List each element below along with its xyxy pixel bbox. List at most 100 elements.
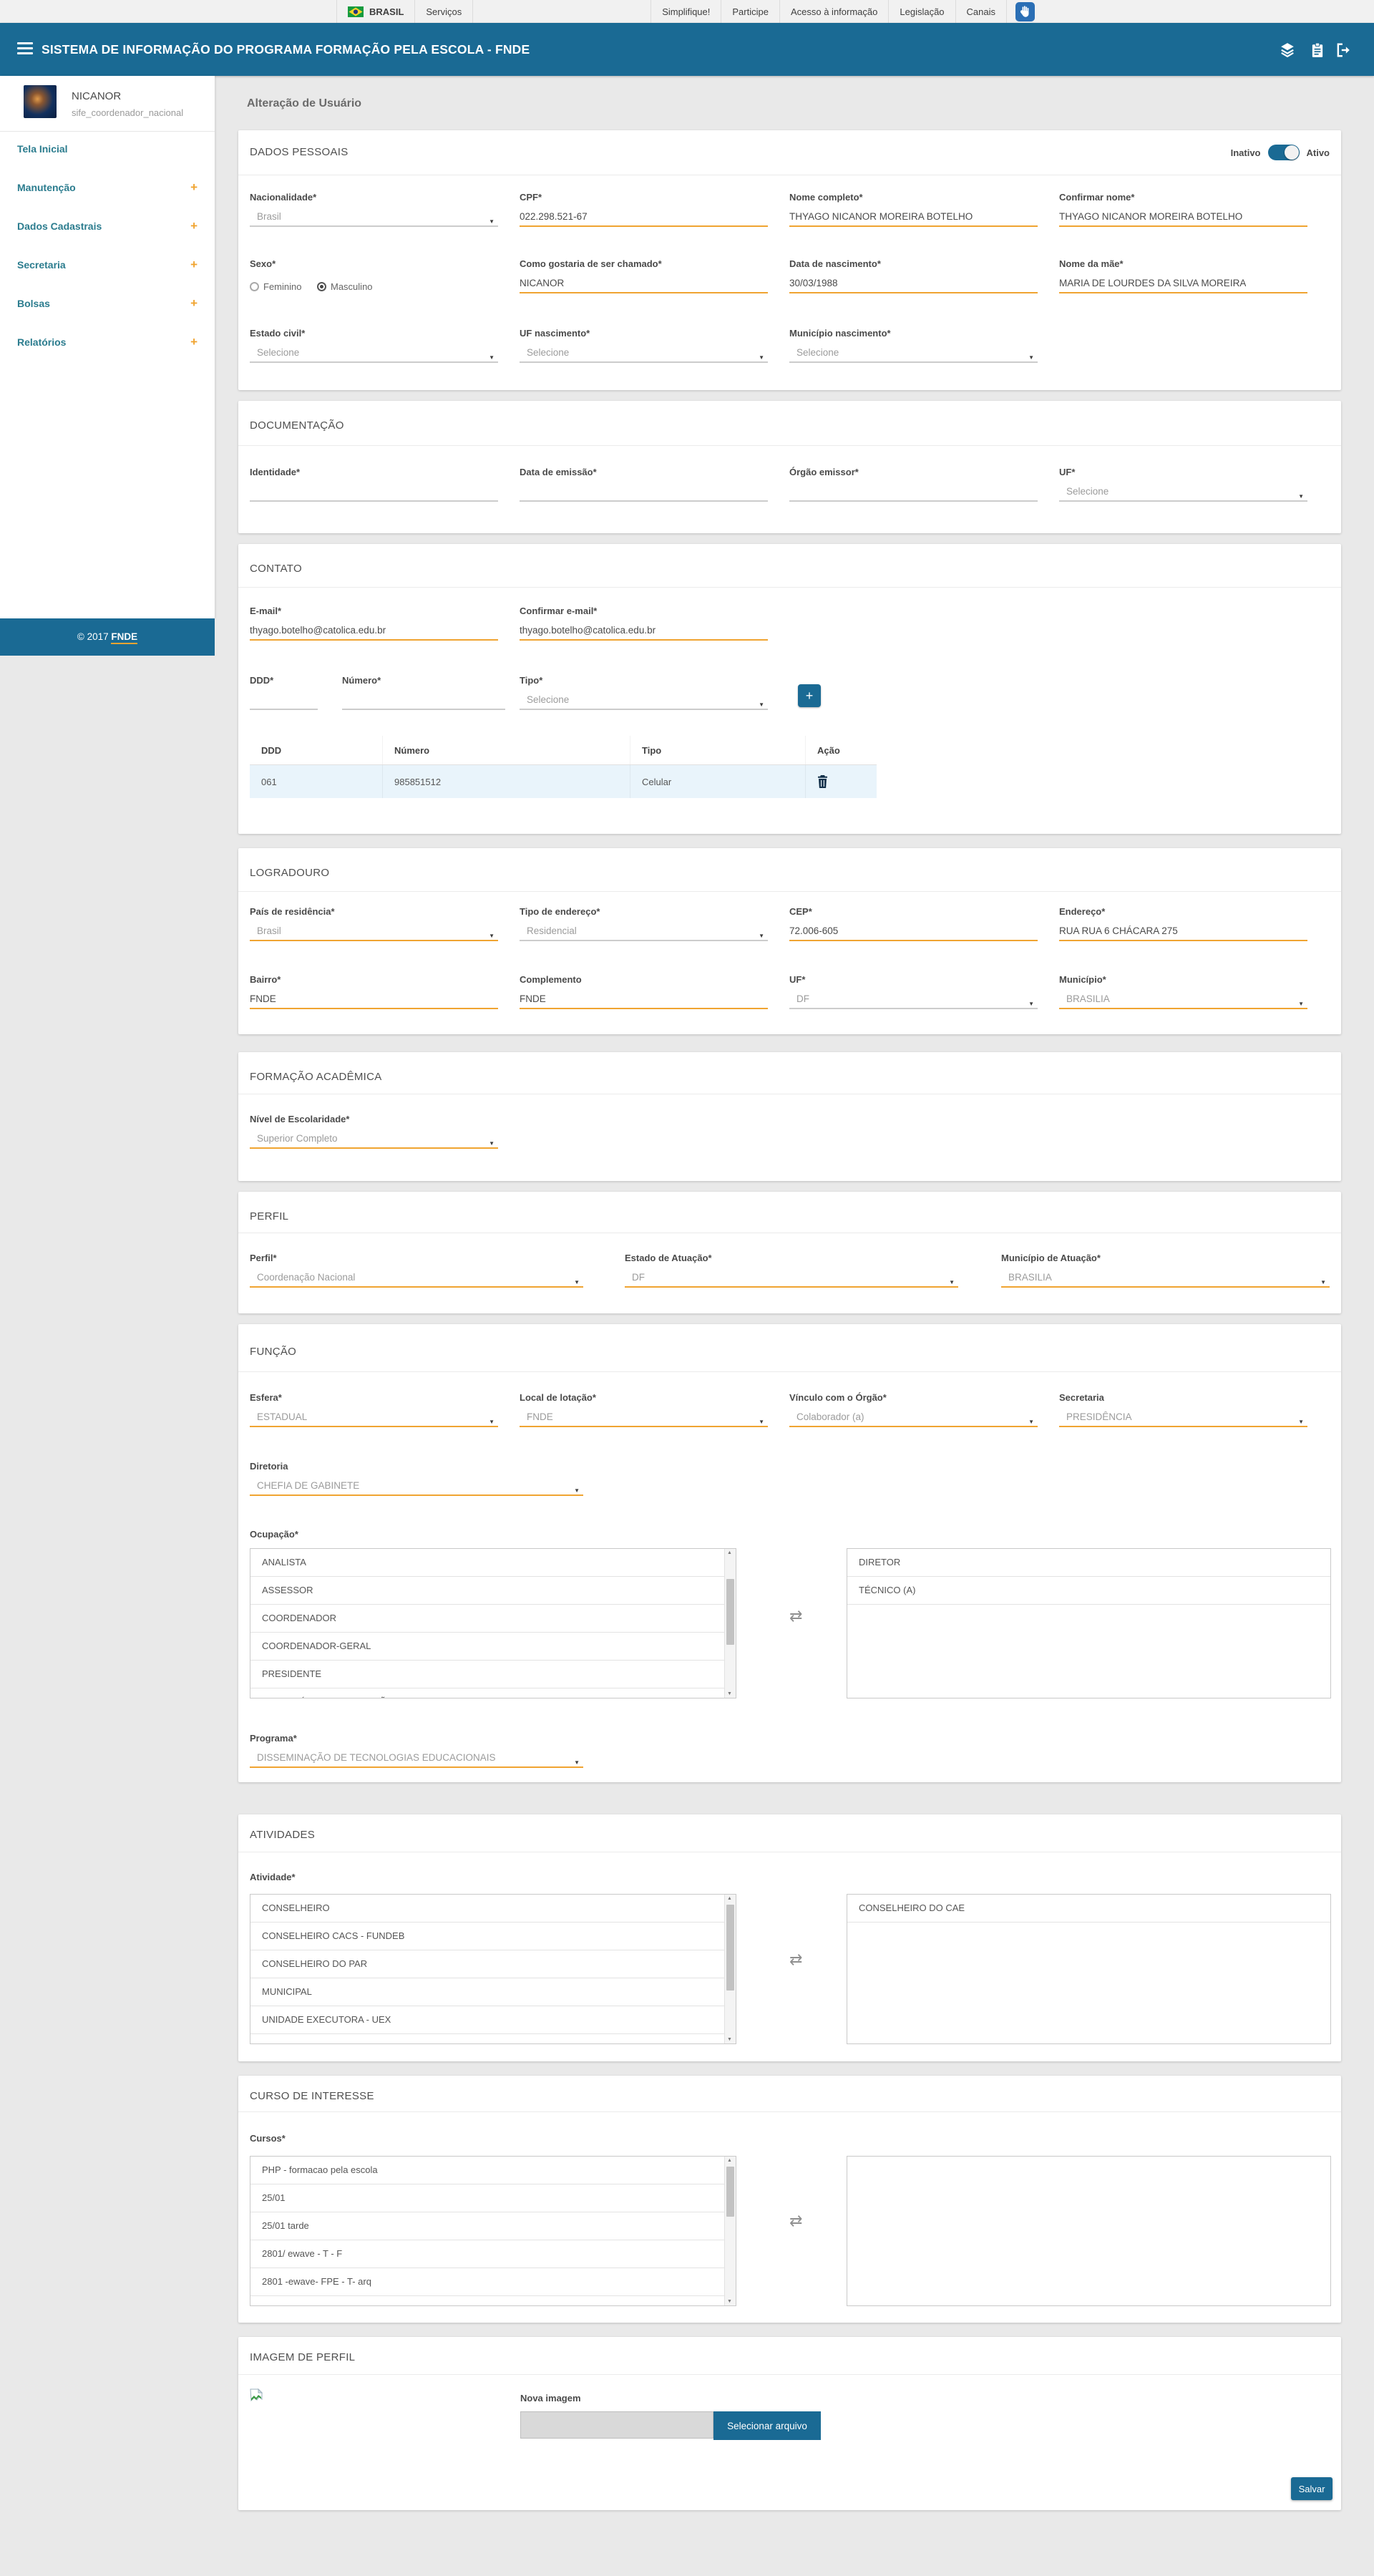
sidebar-item-dados-cadastrais[interactable]: Dados Cadastrais+ [0, 207, 215, 246]
sidebar-item-secretaria[interactable]: Secretaria+ [0, 246, 215, 284]
vinculo-orgao-select[interactable]: Vínculo com o Órgão* Colaborador (a) [789, 1392, 1038, 1403]
brasil-gov-link[interactable]: BRASIL [336, 0, 415, 23]
list-item[interactable]: UNIDADE EXECUTORA - UEX [250, 2006, 736, 2034]
municipio-atuacao-select[interactable]: Município de Atuação* BRASILIA [1001, 1253, 1330, 1263]
list-item[interactable]: 2801/ ewave - T - F [250, 2240, 736, 2268]
radio-checked-icon[interactable] [317, 282, 326, 291]
nome-mae-field[interactable]: Nome da mãe* MARIA DE LOURDES DA SILVA M… [1059, 258, 1307, 269]
file-upload-control[interactable]: Selecionar arquivo [520, 2411, 821, 2440]
sexo-radio-masculino[interactable]: Masculino [317, 281, 373, 292]
canais-link[interactable]: Canais [956, 0, 1007, 23]
estado-atuacao-select[interactable]: Estado de Atuação* DF [625, 1253, 958, 1263]
uf-documento-select[interactable]: UF* Selecione [1059, 467, 1307, 477]
sexo-radio-feminino[interactable]: Feminino [250, 281, 301, 292]
ddd-field[interactable]: DDD* [250, 675, 318, 686]
sidebar-item-relatorios[interactable]: Relatórios+ [0, 323, 215, 361]
perfil-select[interactable]: Perfil* Coordenação Nacional [250, 1253, 583, 1263]
cep-field[interactable]: CEP* 72.006-605 [789, 906, 1038, 917]
sidebar-item-bolsas[interactable]: Bolsas+ [0, 284, 215, 323]
list-item[interactable]: CONSELHEIRO DO CAE [847, 1895, 1330, 1923]
list-item[interactable]: ANALISTA [250, 1549, 736, 1577]
list-item[interactable]: ASSESSOR [250, 1577, 736, 1605]
estado-civil-select[interactable]: Estado civil* Selecione [250, 328, 498, 339]
fnde-link[interactable]: FNDE [111, 631, 137, 644]
scrollbar[interactable] [724, 2157, 736, 2305]
user-avatar[interactable] [24, 85, 57, 118]
complemento-field[interactable]: Complemento FNDE [520, 974, 768, 985]
layers-icon[interactable] [1280, 42, 1295, 58]
list-item[interactable]: CONSELHEIRO [250, 1895, 736, 1923]
legislacao-link[interactable]: Legislação [889, 0, 955, 23]
file-name-field[interactable] [520, 2411, 713, 2439]
simplifique-link[interactable]: Simplifique! [651, 0, 721, 23]
bairro-field[interactable]: Bairro* FNDE [250, 974, 498, 985]
uf-select[interactable]: UF* DF [789, 974, 1038, 985]
list-item[interactable]: PRESIDENTE [250, 1661, 736, 1688]
email-field[interactable]: E-mail* thyago.botelho@catolica.edu.br [250, 606, 498, 616]
vlibras-button[interactable] [1007, 0, 1038, 23]
data-emissao-field[interactable]: Data de emissão* [520, 467, 768, 477]
diretoria-select[interactable]: Diretoria CHEFIA DE GABINETE [250, 1461, 583, 1472]
list-item[interactable]: TÉCNICO (A) [847, 1577, 1330, 1605]
orgao-emissor-field[interactable]: Órgão emissor* [789, 467, 1038, 477]
list-item[interactable]: CONSELHEIRO CACS - FUNDEB [250, 1923, 736, 1950]
clipboard-icon[interactable] [1310, 42, 1325, 58]
municipio-select[interactable]: Município* BRASILIA [1059, 974, 1307, 985]
endereco-field[interactable]: Endereço* RUA RUA 6 CHÁCARA 275 [1059, 906, 1307, 917]
confirmar-nome-field[interactable]: Confirmar nome* THYAGO NICANOR MOREIRA B… [1059, 192, 1307, 203]
cursos-available-list[interactable]: PHP - formacao pela escola 25/01 25/01 t… [250, 2156, 736, 2306]
ativo-toggle[interactable] [1268, 145, 1300, 160]
tipo-endereco-select[interactable]: Tipo de endereço* Residencial [520, 906, 768, 917]
nacionalidade-select[interactable]: Nacionalidade* Brasil [250, 192, 498, 203]
numero-field[interactable]: Número* [342, 675, 505, 686]
pais-residencia-select[interactable]: País de residência* Brasil [250, 906, 498, 917]
list-item[interactable]: CONSELHEIRO DO PAR [250, 1950, 736, 1978]
list-item[interactable]: SEM ATIVIDADE [250, 2034, 736, 2044]
participe-link[interactable]: Participe [721, 0, 780, 23]
uf-nascimento-select[interactable]: UF nascimento* Selecione [520, 328, 768, 339]
hamburger-menu-icon[interactable] [17, 42, 33, 55]
list-item[interactable]: DIRETOR [847, 1549, 1330, 1577]
list-item[interactable]: 2801- ewave- FPE - T- A [250, 2296, 736, 2306]
logout-icon[interactable] [1335, 42, 1351, 58]
radio-icon[interactable] [250, 282, 259, 291]
nivel-escolaridade-select[interactable]: Nível de Escolaridade* Superior Completo [250, 1114, 498, 1124]
transfer-arrows-icon[interactable]: ⇄ [789, 1607, 802, 1625]
nome-completo-field[interactable]: Nome completo* THYAGO NICANOR MOREIRA BO… [789, 192, 1038, 203]
list-item[interactable]: 25/01 [250, 2184, 736, 2212]
salvar-button[interactable]: Salvar [1291, 2477, 1332, 2500]
tipo-telefone-select[interactable]: Tipo* Selecione [520, 675, 768, 686]
transfer-arrows-icon[interactable]: ⇄ [789, 2212, 802, 2230]
cursos-selected-list[interactable] [847, 2156, 1331, 2306]
scrollbar-thumb[interactable] [726, 2167, 734, 2217]
esfera-select[interactable]: Esfera* ESTADUAL [250, 1392, 498, 1403]
list-item[interactable]: SECRETÁRIO DE EDUCAÇÃO [250, 1688, 736, 1698]
sidebar-item-manutencao[interactable]: Manutenção+ [0, 168, 215, 207]
transfer-arrows-icon[interactable]: ⇄ [789, 1950, 802, 1969]
ocupacao-available-list[interactable]: ANALISTA ASSESSOR COORDENADOR COORDENADO… [250, 1548, 736, 1698]
trash-icon[interactable] [817, 775, 828, 788]
list-item[interactable]: 2801 -ewave- FPE - T- arq [250, 2268, 736, 2296]
scrollbar-thumb[interactable] [726, 1905, 734, 1991]
list-item[interactable]: 25/01 tarde [250, 2212, 736, 2240]
add-telefone-button[interactable]: + [798, 684, 821, 707]
local-lotacao-select[interactable]: Local de lotação* FNDE [520, 1392, 768, 1403]
ocupacao-selected-list[interactable]: DIRETOR TÉCNICO (A) [847, 1548, 1331, 1698]
list-item[interactable]: COORDENADOR-GERAL [250, 1633, 736, 1661]
acesso-informacao-link[interactable]: Acesso à informação [780, 0, 889, 23]
programa-select[interactable]: Programa* DISSEMINAÇÃO DE TECNOLOGIAS ED… [250, 1733, 583, 1744]
selecionar-arquivo-button[interactable]: Selecionar arquivo [713, 2411, 821, 2440]
list-item[interactable]: MUNICIPAL [250, 1978, 736, 2006]
scrollbar[interactable] [724, 1549, 736, 1698]
confirmar-email-field[interactable]: Confirmar e-mail* thyago.botelho@catolic… [520, 606, 768, 616]
atividade-available-list[interactable]: CONSELHEIRO CONSELHEIRO CACS - FUNDEB CO… [250, 1894, 736, 2044]
scrollbar-thumb[interactable] [726, 1579, 734, 1645]
list-item[interactable]: COORDENADOR [250, 1605, 736, 1633]
data-nascimento-field[interactable]: Data de nascimento* 30/03/1988 [789, 258, 1038, 269]
cpf-field[interactable]: CPF* 022.298.521-67 [520, 192, 768, 203]
municipio-nascimento-select[interactable]: Município nascimento* Selecione [789, 328, 1038, 339]
atividade-selected-list[interactable]: CONSELHEIRO DO CAE [847, 1894, 1331, 2044]
identidade-field[interactable]: Identidade* [250, 467, 498, 477]
chamado-field[interactable]: Como gostaria de ser chamado* NICANOR [520, 258, 768, 269]
sidebar-item-tela-inicial[interactable]: Tela Inicial [0, 130, 215, 168]
